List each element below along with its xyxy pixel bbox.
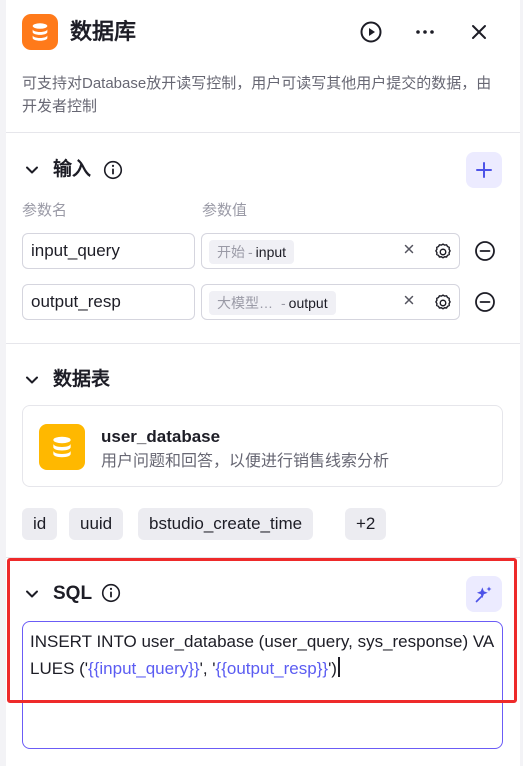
play-circle-icon bbox=[360, 21, 382, 43]
chevron-down-icon bbox=[26, 166, 38, 174]
param-value-selector[interactable]: 大模型… - output bbox=[201, 284, 460, 320]
input-section-toggle[interactable] bbox=[23, 161, 41, 179]
plus-icon bbox=[476, 162, 492, 178]
close-icon bbox=[404, 244, 414, 254]
close-icon bbox=[404, 295, 414, 305]
ref-separator: - bbox=[281, 295, 286, 311]
database-icon bbox=[53, 436, 71, 458]
database-icon bbox=[32, 23, 48, 41]
field-chip: uuid bbox=[69, 508, 124, 540]
chevron-down-icon bbox=[26, 376, 38, 384]
database-table-card[interactable]: user_database 用户问题和回答，以便进行销售线索分析 bbox=[22, 405, 503, 487]
clear-reference-button[interactable] bbox=[402, 242, 416, 256]
ref-variable: output bbox=[288, 295, 328, 311]
divider bbox=[6, 343, 520, 344]
variable-reference-tag: 开始 - input bbox=[209, 240, 295, 264]
remove-param-button[interactable] bbox=[473, 290, 497, 314]
ref-source: 开始 bbox=[217, 244, 245, 260]
node-description: 可支持对Database放开读写控制，用户可读写其他用户提交的数据，由开发者控制 bbox=[22, 75, 492, 115]
run-button[interactable] bbox=[355, 16, 387, 48]
param-value-selector[interactable]: 开始 - input bbox=[201, 233, 460, 269]
more-dots-icon bbox=[416, 30, 434, 34]
param-settings-button[interactable] bbox=[431, 291, 455, 315]
table-name: user_database bbox=[101, 427, 221, 446]
table-section-title: 数据表 bbox=[53, 369, 111, 390]
gear-icon bbox=[435, 243, 451, 259]
param-name-header: 参数名 bbox=[22, 202, 68, 219]
table-section-toggle[interactable] bbox=[23, 371, 41, 389]
remove-param-button[interactable] bbox=[473, 239, 497, 263]
highlight-box bbox=[7, 558, 517, 703]
param-name-input[interactable]: input_query bbox=[22, 233, 195, 269]
param-value-header: 参数值 bbox=[202, 202, 248, 219]
ref-variable: input bbox=[255, 244, 287, 260]
input-section-title: 输入 bbox=[53, 159, 92, 180]
gear-icon bbox=[435, 294, 451, 310]
divider bbox=[6, 132, 520, 133]
field-chip: id bbox=[22, 508, 58, 540]
close-button[interactable] bbox=[463, 16, 495, 48]
left-panel-edge bbox=[0, 0, 6, 766]
database-node-icon bbox=[22, 14, 58, 50]
field-chip: bstudio_create_time bbox=[138, 508, 314, 540]
minus-circle-icon bbox=[475, 241, 495, 261]
param-name-input[interactable]: output_resp bbox=[22, 284, 195, 320]
clear-reference-button[interactable] bbox=[402, 293, 416, 307]
table-description: 用户问题和回答，以便进行销售线索分析 bbox=[101, 453, 390, 470]
add-param-button[interactable] bbox=[466, 152, 502, 188]
info-icon[interactable] bbox=[103, 160, 123, 180]
minus-circle-icon bbox=[475, 292, 495, 312]
ref-separator: - bbox=[248, 244, 253, 260]
more-fields-chip[interactable]: +2 bbox=[345, 508, 387, 540]
param-settings-button[interactable] bbox=[431, 240, 455, 264]
variable-reference-tag: 大模型… - output bbox=[209, 291, 336, 315]
table-icon bbox=[39, 424, 85, 470]
more-button[interactable] bbox=[409, 16, 441, 48]
node-title: 数据库 bbox=[70, 19, 137, 44]
close-icon bbox=[472, 25, 486, 39]
ref-source: 大模型… bbox=[217, 295, 273, 311]
